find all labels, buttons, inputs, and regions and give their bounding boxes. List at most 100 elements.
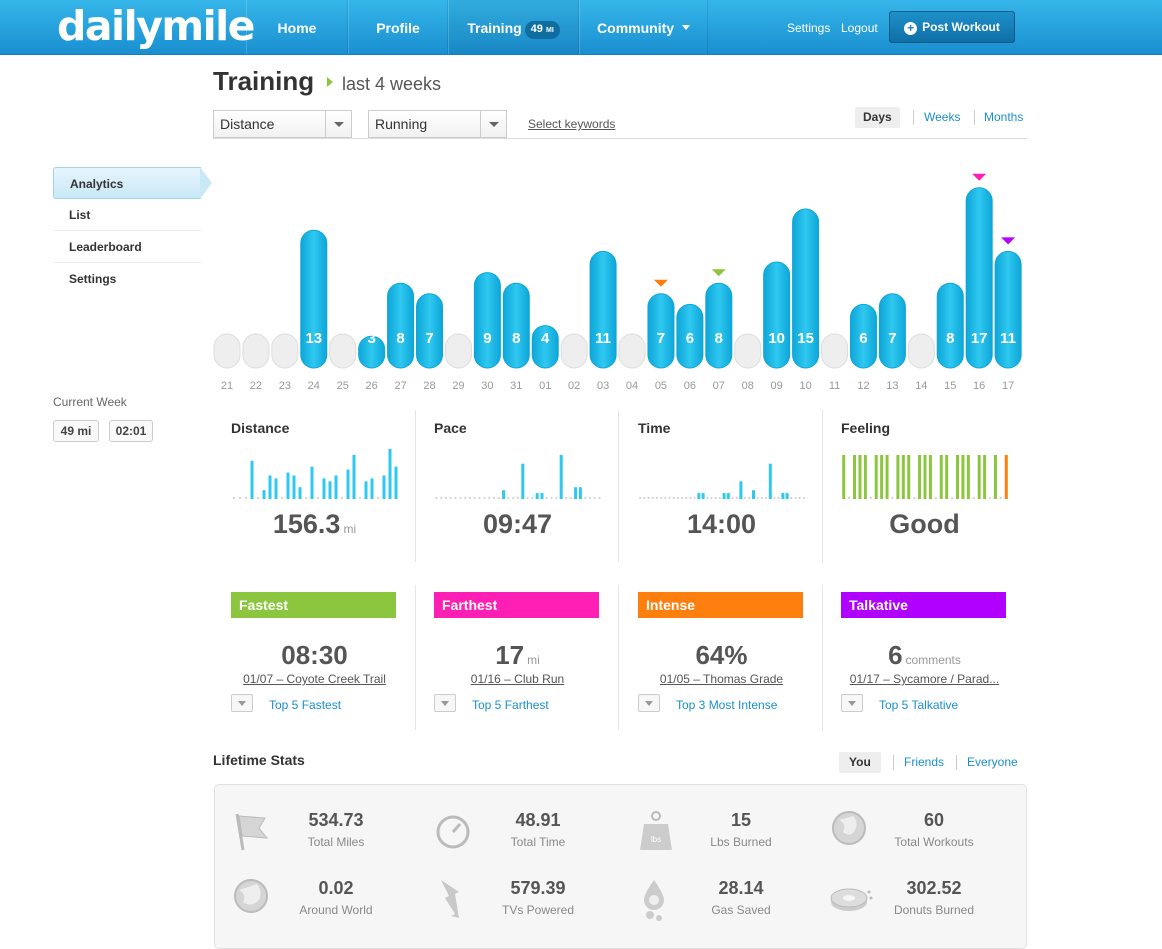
chart-bar-value-label: 13 <box>305 330 322 347</box>
sparkline-dot <box>469 497 471 499</box>
record-unit: mi <box>527 653 540 667</box>
sidebar-item-analytics[interactable]: Analytics <box>53 167 212 199</box>
feeling-sparkline <box>842 455 1008 499</box>
chart-bar-empty[interactable] <box>242 333 270 369</box>
record-workout-link[interactable]: 01/16 – Club Run <box>416 672 619 686</box>
record-dropdown-button[interactable] <box>434 694 456 712</box>
lifetime-stats-title: Lifetime Stats <box>213 752 305 768</box>
record-dropdown-button[interactable] <box>841 694 863 712</box>
sparkline-dot <box>668 497 671 499</box>
chart-x-tick-label: 24 <box>308 380 320 392</box>
nav-profile[interactable]: Profile <box>348 0 448 54</box>
sparkline-dot <box>951 497 954 499</box>
stat-value: Good <box>823 509 1026 540</box>
stat-value: 14:00 <box>620 509 823 540</box>
record-dropdown-button[interactable] <box>638 694 660 712</box>
chart-bar-empty[interactable] <box>560 333 588 369</box>
sparkline-bar <box>901 455 905 499</box>
time-sparkline <box>639 463 805 499</box>
chart-bar-empty[interactable] <box>821 333 849 369</box>
lifetime-tab-you[interactable]: You <box>839 752 881 773</box>
chart-bar[interactable] <box>936 282 964 369</box>
record-dropdown-button[interactable] <box>231 694 253 712</box>
chart-bar[interactable] <box>705 282 733 369</box>
sparkline-bar <box>722 493 726 499</box>
sparkline-dot <box>257 497 259 499</box>
sparkline-bar <box>768 463 772 499</box>
record-workout-link[interactable]: 01/05 – Thomas Grade <box>620 672 823 686</box>
chart-bar[interactable] <box>589 250 617 369</box>
sparkline-dot <box>598 497 601 499</box>
chart-bar-empty[interactable] <box>444 333 472 369</box>
record-banner: Farthest <box>434 592 599 618</box>
logout-link[interactable]: Logout <box>841 21 878 35</box>
lifetime-label: Total Time <box>510 835 566 849</box>
record-fastest: Fastest 08:30 01/07 – Coyote Creek Trail… <box>213 585 416 730</box>
post-workout-button[interactable]: + Post Workout <box>889 11 1015 43</box>
sparkline-dot <box>660 497 663 499</box>
record-marker-farthest <box>972 173 987 181</box>
top-list-link[interactable]: Top 5 Talkative <box>879 698 958 712</box>
activity-select[interactable]: Running <box>368 110 507 138</box>
sparkline-bar <box>874 455 878 499</box>
sparkline-dot <box>913 497 916 499</box>
record-workout-link[interactable]: 01/07 – Coyote Creek Trail <box>213 672 416 686</box>
chart-bar[interactable] <box>387 282 415 369</box>
record-number: 17 <box>495 640 525 670</box>
sparkline-dot <box>651 497 654 499</box>
svg-text:lbs: lbs <box>651 835 661 844</box>
chart-bar[interactable] <box>763 261 791 369</box>
chart-x-tick-label: 27 <box>394 380 406 392</box>
sidebar-item-leaderboard[interactable]: Leaderboard <box>53 231 201 263</box>
sparkline-bar <box>939 455 943 499</box>
chart-bar-empty[interactable] <box>329 333 357 369</box>
nav-community[interactable]: Community <box>579 0 708 54</box>
range-weeks[interactable]: Weeks <box>924 107 960 128</box>
top-list-link[interactable]: Top 5 Farthest <box>472 698 549 712</box>
arrow-right-icon <box>327 77 333 87</box>
post-workout-label: Post Workout <box>922 20 1000 34</box>
top-list-link[interactable]: Top 5 Fastest <box>269 698 341 712</box>
sparkline-bar <box>966 455 970 499</box>
chart-bar-empty[interactable] <box>618 333 646 369</box>
metric-select[interactable]: Distance <box>213 110 352 138</box>
sparkline-bar <box>250 460 254 499</box>
sparkline-dot <box>869 497 872 499</box>
sparkline-bar <box>298 487 302 499</box>
chart-bar-empty[interactable] <box>734 333 762 369</box>
record-value: 08:30 <box>213 640 416 671</box>
sparkline-dot <box>233 497 235 499</box>
sparkline-bar <box>752 490 755 499</box>
record-workout-link[interactable]: 01/17 – Sycamore / Parad... <box>823 672 1026 686</box>
chart-bar-value-label: 11 <box>1000 330 1016 347</box>
sidebar-item-list[interactable]: List <box>53 199 201 231</box>
training-mileage-badge: 49 MI <box>524 21 560 39</box>
sparkline-dot <box>545 497 548 499</box>
range-months[interactable]: Months <box>984 107 1023 128</box>
chart-bar-empty[interactable] <box>907 333 935 369</box>
logo[interactable]: dailymile <box>57 2 256 50</box>
chart-bar-empty[interactable] <box>271 333 299 369</box>
chart-bar[interactable] <box>473 272 501 369</box>
range-days[interactable]: Days <box>855 107 900 128</box>
lifetime-total-workouts: 60 Total Workouts <box>829 810 1019 860</box>
nav-home[interactable]: Home <box>246 0 348 54</box>
lifetime-value: 15 <box>730 810 752 830</box>
top-list-link[interactable]: Top 3 Most Intense <box>676 698 777 712</box>
chart-bar[interactable] <box>994 250 1022 369</box>
sparkline-dot <box>589 497 591 499</box>
record-unit: comments <box>905 653 961 667</box>
chart-bar[interactable] <box>300 229 328 369</box>
lifetime-tab-friends[interactable]: Friends <box>904 752 944 773</box>
sidebar-item-settings[interactable]: Settings <box>53 263 201 295</box>
sparkline-dot <box>706 497 709 499</box>
settings-link[interactable]: Settings <box>787 21 830 35</box>
chart-bar[interactable] <box>502 282 530 369</box>
chart-x-tick-label: 21 <box>221 380 233 392</box>
lifetime-donuts-burned: 302.52 Donuts Burned <box>829 878 1019 928</box>
chart-bar-empty[interactable] <box>213 333 241 369</box>
sparkline-bar <box>388 449 392 499</box>
select-keywords-link[interactable]: Select keywords <box>528 117 615 131</box>
lifetime-tab-everyone[interactable]: Everyone <box>967 752 1018 773</box>
nav-training[interactable]: Training 49 MI <box>448 0 579 54</box>
